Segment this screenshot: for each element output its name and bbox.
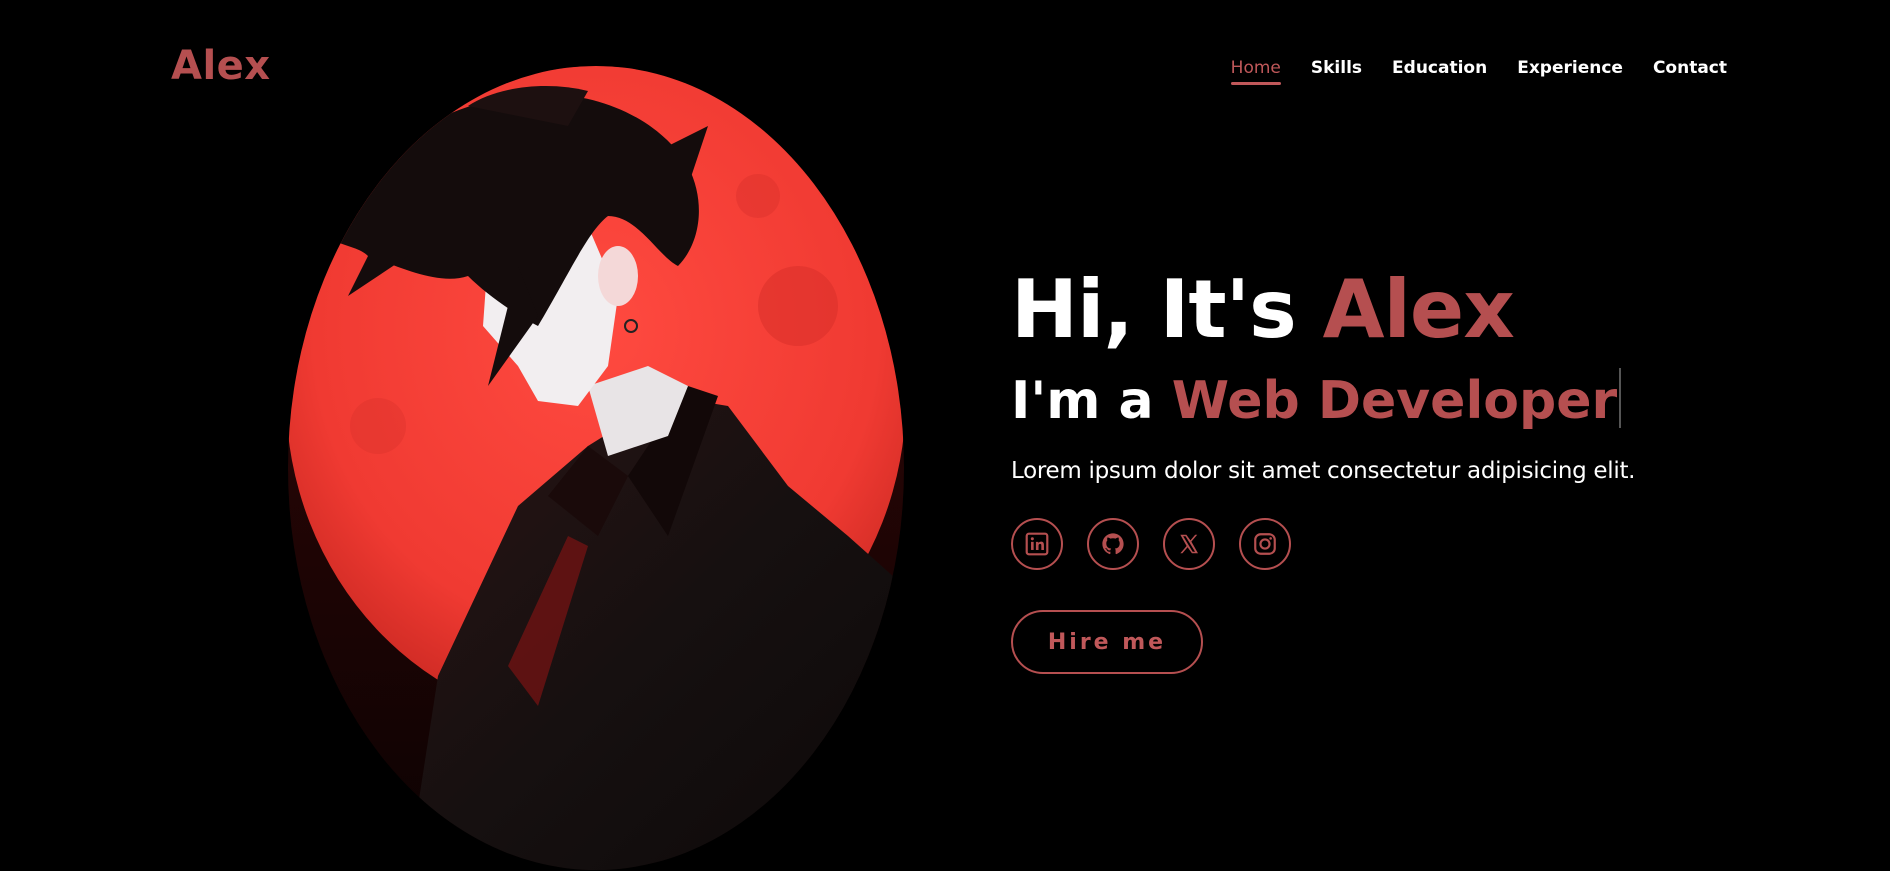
page: Alex Home Skills Education Experience Co… (0, 0, 1890, 871)
nav-item-home[interactable]: Home (1230, 58, 1282, 85)
typing-caret (1619, 368, 1622, 428)
hero-subtitle: I'm a Web Developer (1011, 368, 1831, 430)
linkedin-link[interactable] (1011, 518, 1063, 571)
main-nav: Home Skills Education Experience Contact (1230, 58, 1727, 85)
instagram-link[interactable] (1239, 518, 1291, 571)
portrait-illustration (288, 66, 904, 870)
nav-item-contact[interactable]: Contact (1653, 58, 1727, 78)
x-link[interactable] (1163, 518, 1215, 571)
hero-greeting: Hi, It's (1011, 263, 1323, 356)
hero-role: Web Developer (1171, 371, 1618, 431)
x-icon (1180, 534, 1198, 554)
nav-item-skills[interactable]: Skills (1311, 58, 1362, 78)
hero-section: Hi, It's Alex I'm a Web Developer Lorem … (1011, 270, 1831, 675)
hero-name: Alex (1322, 263, 1515, 356)
linkedin-icon (1025, 532, 1049, 556)
logo[interactable]: Alex (171, 46, 271, 86)
social-links (1011, 518, 1831, 571)
github-link[interactable] (1087, 518, 1139, 571)
github-icon (1102, 533, 1124, 555)
hero-role-prefix: I'm a (1011, 371, 1172, 431)
hero-title: Hi, It's Alex (1011, 270, 1831, 350)
hero-description: Lorem ipsum dolor sit amet consectetur a… (1011, 458, 1636, 485)
instagram-icon (1254, 533, 1276, 556)
hero-portrait (288, 66, 904, 871)
nav-item-experience[interactable]: Experience (1517, 58, 1623, 78)
hire-me-button[interactable]: Hire me (1011, 610, 1203, 675)
nav-item-education[interactable]: Education (1392, 58, 1487, 78)
